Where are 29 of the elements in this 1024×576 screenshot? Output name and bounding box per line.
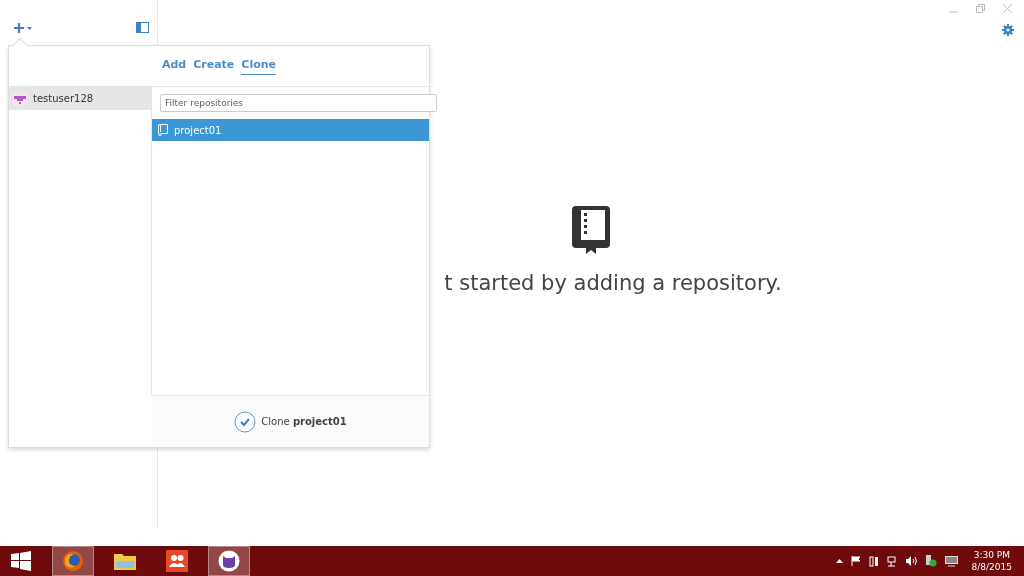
clock-date[interactable]: 8/8/2015 [971, 561, 1012, 574]
settings-icon[interactable] [1002, 24, 1014, 36]
folder-icon [113, 551, 137, 571]
account-item[interactable]: testuser128 [9, 87, 151, 110]
add-menu-button[interactable] [14, 22, 32, 34]
taskbar-app-button[interactable] [208, 546, 250, 576]
windows-icon [11, 551, 31, 571]
clock-time[interactable]: 3:30 PM [971, 548, 1012, 561]
battery-icon[interactable] [868, 555, 879, 567]
avatar-icon [13, 91, 27, 106]
empty-state-message: t started by adding a repository. [444, 270, 782, 297]
show-hidden-icons-icon[interactable] [835, 559, 843, 563]
cat-icon [218, 550, 240, 572]
browser-icon [62, 550, 84, 572]
network-icon[interactable] [886, 555, 898, 567]
check-icon [234, 410, 257, 433]
people-icon [166, 550, 188, 572]
flag-icon[interactable] [850, 556, 861, 566]
monitor-icon[interactable] [944, 555, 958, 567]
book-icon [572, 206, 610, 254]
usb-drive-icon[interactable] [924, 555, 937, 567]
tab[interactable]: Clone [241, 56, 277, 76]
repository-icon [158, 124, 168, 136]
volume-icon[interactable] [905, 556, 917, 566]
filter-field[interactable]: Filter repositories [160, 94, 437, 112]
tab[interactable]: Create [193, 57, 235, 75]
tab[interactable]: Add [161, 57, 187, 75]
sidebar-toggle-icon[interactable] [136, 22, 149, 33]
clone-button[interactable]: Clone project01 [234, 410, 347, 433]
